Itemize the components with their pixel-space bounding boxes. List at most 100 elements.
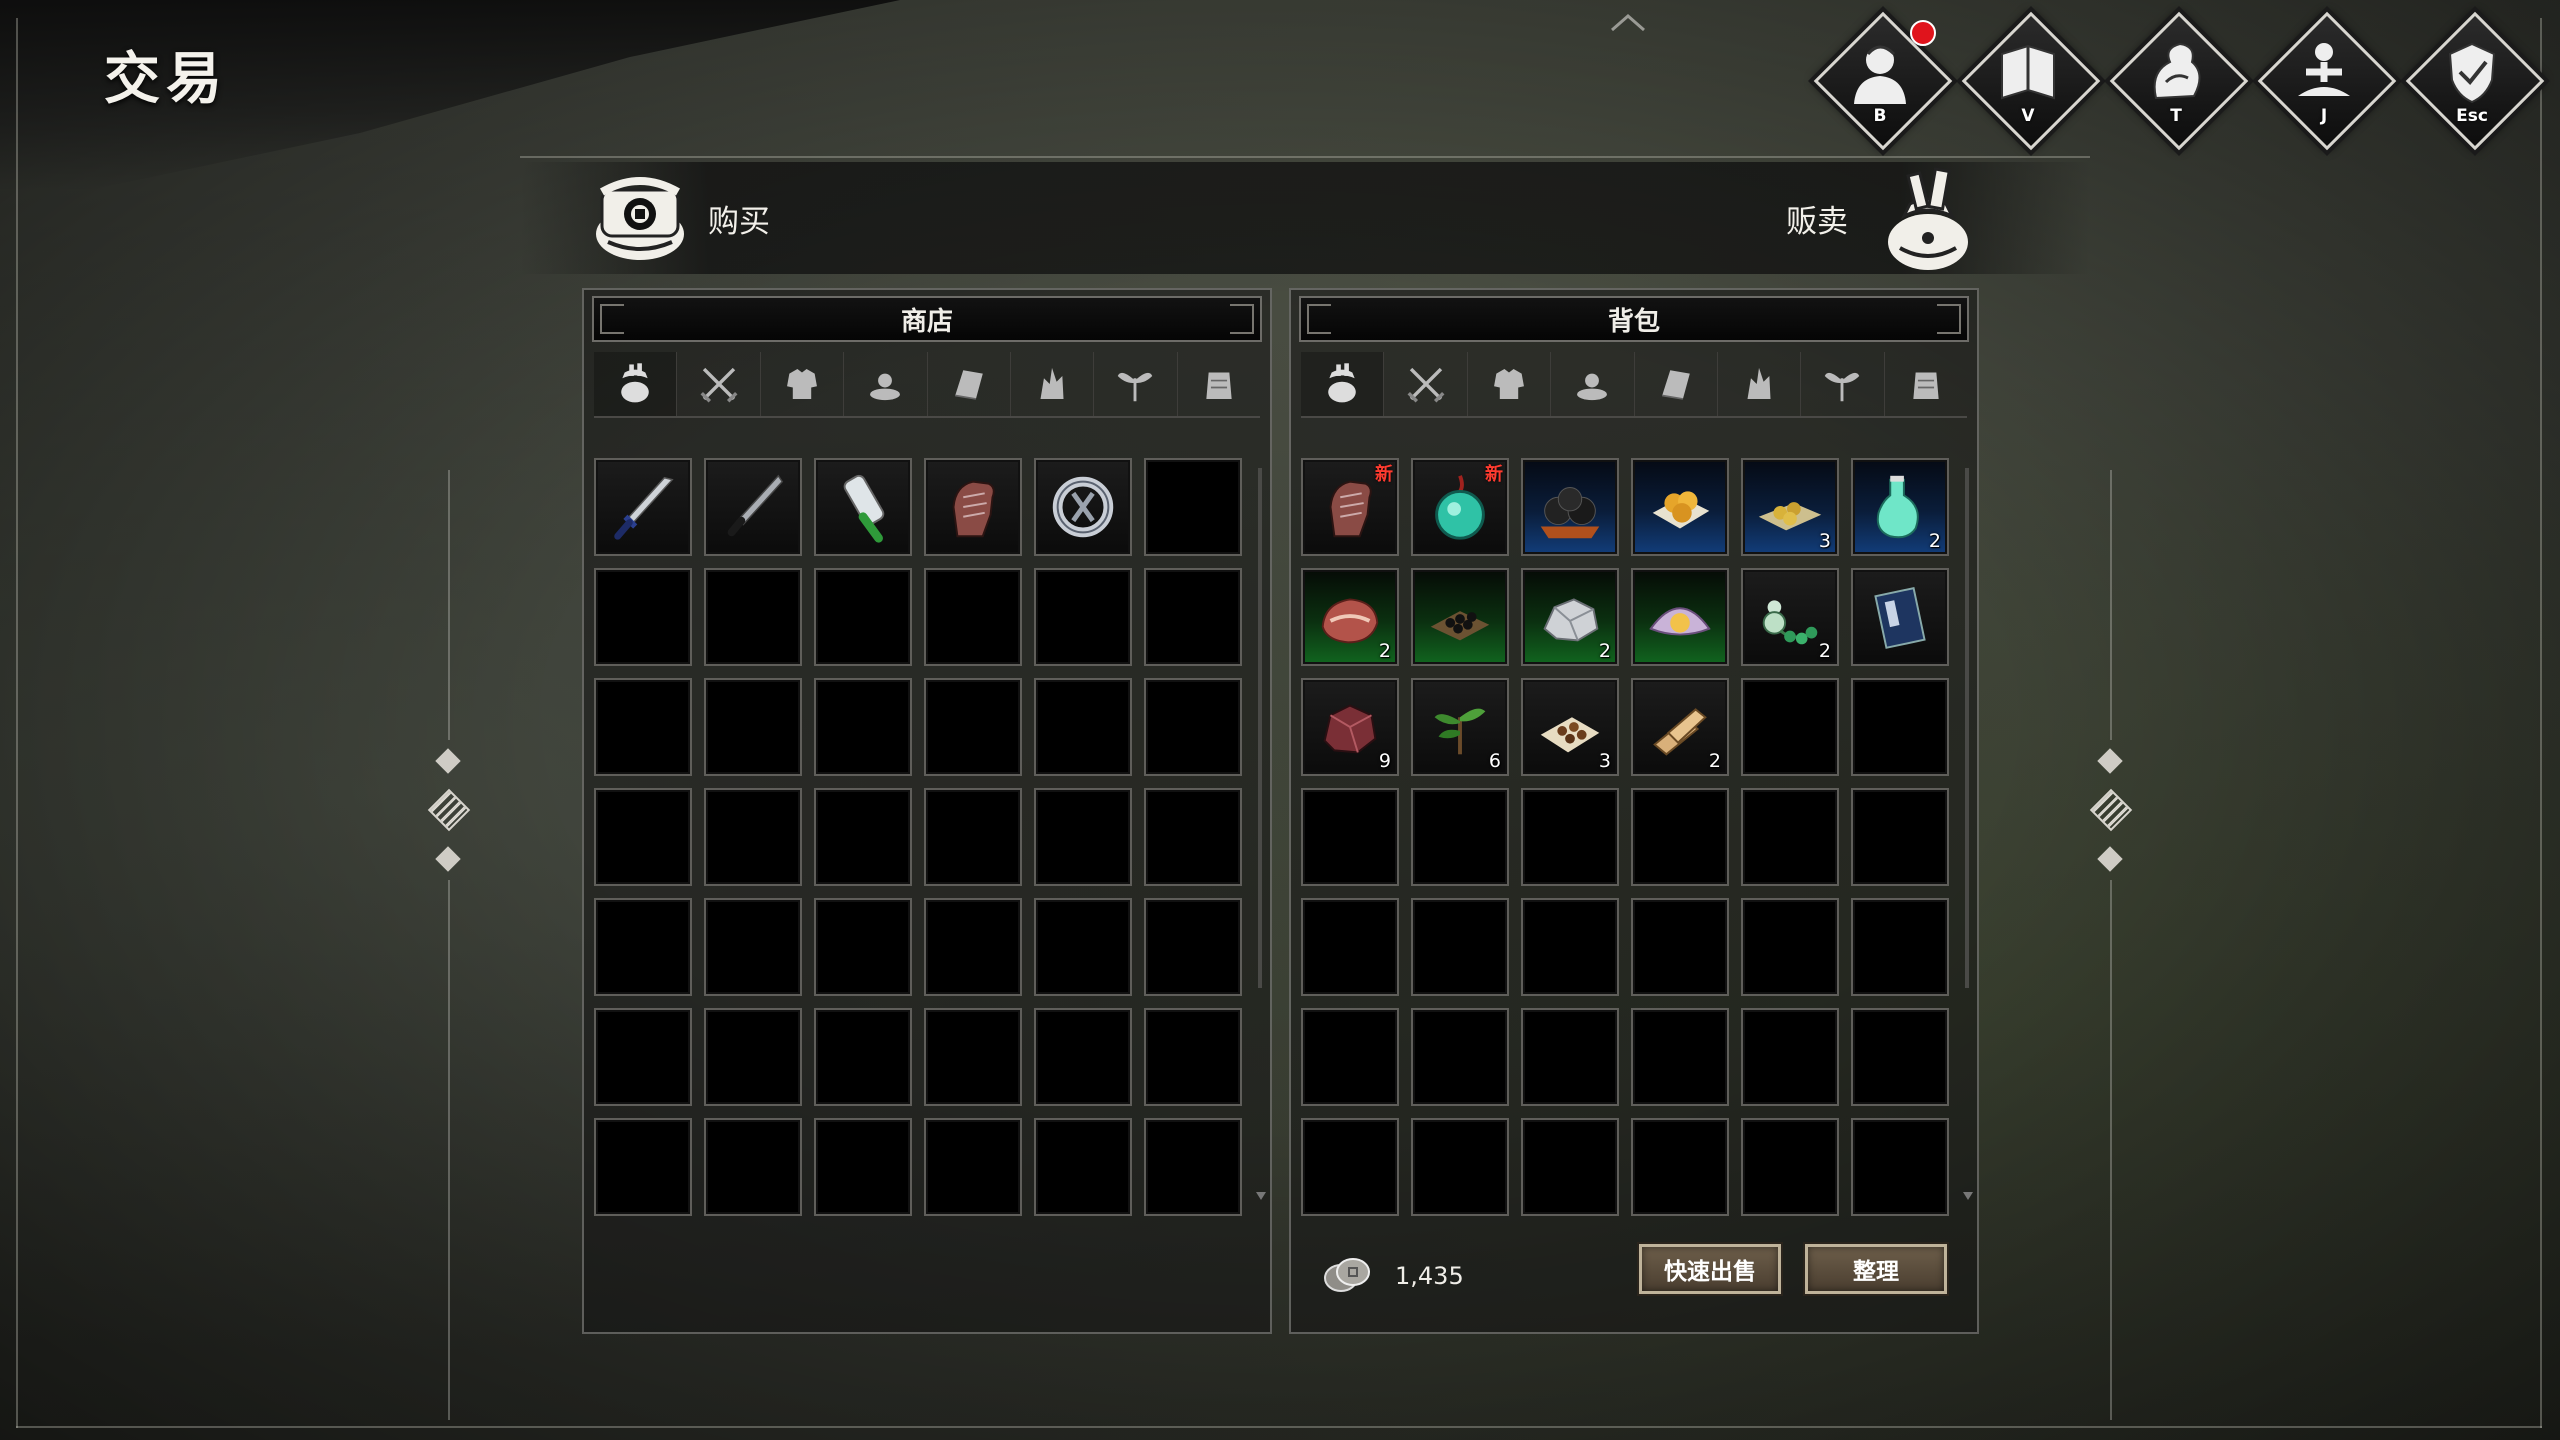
shop-scroll-thumb[interactable]	[1258, 468, 1262, 988]
bag-item-slot[interactable]: 新	[1301, 458, 1399, 556]
empty-slot[interactable]	[1411, 1008, 1509, 1106]
empty-slot[interactable]	[924, 1008, 1022, 1106]
nav-button-j[interactable]: J	[2257, 11, 2397, 151]
empty-slot[interactable]	[1741, 1118, 1839, 1216]
empty-slot[interactable]	[924, 568, 1022, 666]
empty-slot[interactable]	[924, 1118, 1022, 1216]
empty-slot[interactable]	[1034, 678, 1132, 776]
empty-slot[interactable]	[1144, 1008, 1242, 1106]
empty-slot[interactable]	[1034, 788, 1132, 886]
shop-item-slot[interactable]	[814, 458, 912, 556]
empty-slot[interactable]	[1521, 1118, 1619, 1216]
bag-armor-tab[interactable]	[1468, 352, 1552, 416]
bag-item-slot[interactable]: 新	[1411, 458, 1509, 556]
empty-slot[interactable]	[704, 678, 802, 776]
nav-button-t[interactable]: T	[2109, 11, 2249, 151]
empty-slot[interactable]	[1741, 788, 1839, 886]
bag-item-slot[interactable]: 3	[1741, 458, 1839, 556]
empty-slot[interactable]	[1144, 788, 1242, 886]
empty-slot[interactable]	[924, 678, 1022, 776]
shop-item-slot[interactable]	[924, 458, 1022, 556]
shop-accessory-tab[interactable]	[844, 352, 928, 416]
empty-slot[interactable]	[1144, 1118, 1242, 1216]
empty-slot[interactable]	[1301, 1118, 1399, 1216]
empty-slot[interactable]	[1741, 898, 1839, 996]
empty-slot[interactable]	[1301, 898, 1399, 996]
scroll-down-icon[interactable]	[1256, 1192, 1266, 1200]
empty-slot[interactable]	[1411, 788, 1509, 886]
left-page-dot-down[interactable]	[435, 846, 461, 872]
right-page-dot-down[interactable]	[2097, 846, 2123, 872]
empty-slot[interactable]	[1631, 898, 1729, 996]
bag-item-slot[interactable]	[1631, 568, 1729, 666]
bag-item-slot[interactable]	[1851, 568, 1949, 666]
bag-accessory-tab[interactable]	[1551, 352, 1635, 416]
shop-misc-tab[interactable]	[1178, 352, 1260, 416]
nav-button-v[interactable]: V	[1961, 11, 2101, 151]
empty-slot[interactable]	[814, 788, 912, 886]
empty-slot[interactable]	[1144, 678, 1242, 776]
empty-slot[interactable]	[814, 898, 912, 996]
empty-slot[interactable]	[1741, 1008, 1839, 1106]
empty-slot[interactable]	[1631, 1008, 1729, 1106]
right-page-dot-up[interactable]	[2097, 748, 2123, 774]
empty-slot[interactable]	[1301, 1008, 1399, 1106]
bag-item-slot[interactable]: 2	[1741, 568, 1839, 666]
empty-slot[interactable]	[1034, 1118, 1132, 1216]
empty-slot[interactable]	[1631, 1118, 1729, 1216]
empty-slot[interactable]	[1851, 1008, 1949, 1106]
nav-button-esc[interactable]: Esc	[2405, 11, 2545, 151]
bag-item-slot[interactable]: 3	[1521, 678, 1619, 776]
empty-slot[interactable]	[1144, 568, 1242, 666]
empty-slot[interactable]	[1144, 458, 1242, 556]
empty-slot[interactable]	[594, 568, 692, 666]
quick-sell-button[interactable]: 快速出售	[1639, 1244, 1781, 1294]
bag-scrollbar[interactable]	[1963, 460, 1973, 1200]
bag-weapon-tab[interactable]	[1384, 352, 1468, 416]
empty-slot[interactable]	[704, 898, 802, 996]
shop-item-slot[interactable]	[1034, 458, 1132, 556]
empty-slot[interactable]	[704, 788, 802, 886]
empty-slot[interactable]	[814, 1118, 912, 1216]
empty-slot[interactable]	[1521, 788, 1619, 886]
empty-slot[interactable]	[1851, 788, 1949, 886]
collapse-up-icon[interactable]	[1608, 8, 1648, 36]
bag-item-slot[interactable]	[1631, 458, 1729, 556]
empty-slot[interactable]	[594, 898, 692, 996]
bag-all-tab[interactable]	[1301, 352, 1385, 416]
empty-slot[interactable]	[1851, 678, 1949, 776]
sort-button[interactable]: 整理	[1805, 1244, 1947, 1294]
bag-item-slot[interactable]	[1411, 568, 1509, 666]
empty-slot[interactable]	[814, 568, 912, 666]
shop-item-slot[interactable]	[594, 458, 692, 556]
bag-item-slot[interactable]: 2	[1301, 568, 1399, 666]
empty-slot[interactable]	[704, 568, 802, 666]
bag-herb-tab[interactable]	[1801, 352, 1885, 416]
empty-slot[interactable]	[594, 788, 692, 886]
empty-slot[interactable]	[704, 1008, 802, 1106]
empty-slot[interactable]	[1631, 788, 1729, 886]
empty-slot[interactable]	[594, 1118, 692, 1216]
bag-item-slot[interactable]: 2	[1521, 568, 1619, 666]
empty-slot[interactable]	[1034, 898, 1132, 996]
shop-material-tab[interactable]	[1011, 352, 1095, 416]
bag-item-slot[interactable]: 6	[1411, 678, 1509, 776]
empty-slot[interactable]	[1411, 1118, 1509, 1216]
empty-slot[interactable]	[1034, 568, 1132, 666]
left-page-indicator[interactable]	[427, 788, 471, 832]
right-page-indicator[interactable]	[2089, 788, 2133, 832]
shop-herb-tab[interactable]	[1094, 352, 1178, 416]
empty-slot[interactable]	[594, 678, 692, 776]
scroll-down-icon[interactable]	[1963, 1192, 1973, 1200]
bag-item-slot[interactable]: 2	[1631, 678, 1729, 776]
empty-slot[interactable]	[814, 678, 912, 776]
bag-item-slot[interactable]: 2	[1851, 458, 1949, 556]
shop-armor-tab[interactable]	[761, 352, 845, 416]
empty-slot[interactable]	[1301, 788, 1399, 886]
empty-slot[interactable]	[1144, 898, 1242, 996]
shop-all-tab[interactable]	[594, 352, 678, 416]
empty-slot[interactable]	[814, 1008, 912, 1106]
bag-book-tab[interactable]	[1635, 352, 1718, 416]
bag-scroll-thumb[interactable]	[1965, 468, 1969, 988]
empty-slot[interactable]	[1851, 1118, 1949, 1216]
